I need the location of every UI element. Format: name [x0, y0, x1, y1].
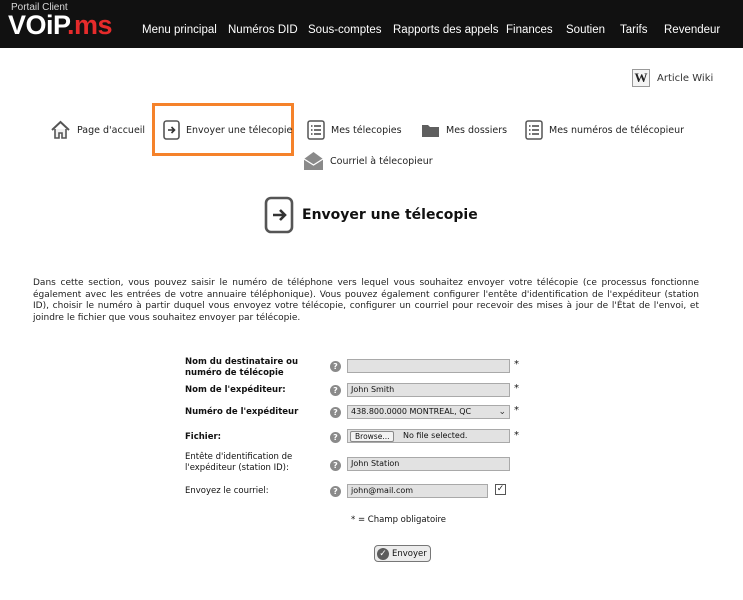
- page-heading: Envoyer une télecopie: [264, 196, 478, 234]
- sender-number-label: Numéro de l'expéditeur: [185, 407, 299, 417]
- wiki-article-link[interactable]: W Article Wiki: [632, 69, 713, 87]
- wikipedia-icon: W: [632, 69, 650, 87]
- required-note: * = Champ obligatoire: [351, 515, 447, 525]
- nav-rapports-appels[interactable]: Rapports des appels: [393, 24, 498, 36]
- quicklink-my-faxes-label: Mes télecopies: [331, 124, 402, 136]
- sender-name-input[interactable]: John Smith: [347, 383, 510, 397]
- submit-label: Envoyer: [392, 548, 427, 559]
- sender-number-select[interactable]: 438.800.0000 MONTREAL, QC ⌄: [347, 405, 510, 419]
- quicklink-home[interactable]: Page d'accueil: [50, 120, 145, 140]
- help-icon[interactable]: ?: [330, 361, 341, 372]
- nav-menu-principal[interactable]: Menu principal: [142, 24, 217, 36]
- sender-number-selected: 438.800.0000 MONTREAL, QC: [351, 407, 472, 416]
- quicklink-send-fax[interactable]: Envoyer une télecopie: [163, 120, 292, 140]
- voipms-logo[interactable]: VOiP.ms: [8, 10, 113, 40]
- browse-button[interactable]: Browse...: [350, 431, 395, 442]
- help-icon[interactable]: ?: [330, 407, 341, 418]
- logo-text-white: VOiP: [8, 10, 68, 40]
- email-input[interactable]: john@mail.com: [347, 484, 488, 498]
- list-icon: [525, 120, 543, 140]
- submit-button[interactable]: ✓ Envoyer: [374, 545, 431, 562]
- checkmark-icon: ✓: [377, 547, 389, 560]
- quicklink-my-fax-numbers-label: Mes numéros de télécopieur: [549, 124, 685, 136]
- required-asterisk: *: [514, 383, 519, 394]
- quicklink-email-to-fax[interactable]: Courriel à télecopieur: [303, 151, 433, 171]
- send-fax-icon: [264, 196, 294, 234]
- nav-sous-comptes[interactable]: Sous-comptes: [308, 24, 382, 36]
- nav-soutien[interactable]: Soutien: [566, 24, 605, 36]
- quicklink-my-folders-label: Mes dossiers: [446, 124, 508, 136]
- file-status: No file selected.: [403, 431, 468, 440]
- page-title: Envoyer une télecopie: [302, 207, 478, 223]
- top-navigation-bar: Portail Client VOiP.ms Menu principal Nu…: [0, 0, 743, 48]
- quicklink-my-faxes[interactable]: Mes télecopies: [307, 120, 402, 140]
- station-id-label: Entête d'identification de l'expéditeur …: [185, 452, 293, 473]
- help-icon[interactable]: ?: [330, 385, 341, 396]
- quicklink-email-to-fax-label: Courriel à télecopieur: [330, 155, 433, 167]
- required-asterisk: *: [514, 405, 519, 416]
- required-asterisk: *: [514, 359, 519, 370]
- recipient-input[interactable]: [347, 359, 510, 373]
- nav-tarifs[interactable]: Tarifs: [620, 24, 647, 36]
- envelope-icon: [303, 152, 324, 170]
- email-notify-checkbox[interactable]: ✓: [495, 484, 506, 495]
- nav-numeros-did[interactable]: Numéros DID: [228, 24, 298, 36]
- file-input: Browse... No file selected.: [347, 429, 510, 443]
- logo-text-red: .ms: [67, 10, 113, 40]
- nav-finances[interactable]: Finances: [506, 24, 553, 36]
- nav-revendeur[interactable]: Revendeur: [664, 24, 720, 36]
- help-icon[interactable]: ?: [330, 486, 341, 497]
- list-icon: [307, 120, 325, 140]
- email-label: Envoyez le courriel:: [185, 486, 269, 496]
- quicklink-my-folders[interactable]: Mes dossiers: [421, 122, 507, 138]
- quicklink-send-fax-label: Envoyer une télecopie: [186, 124, 293, 136]
- station-id-input[interactable]: John Station: [347, 457, 510, 471]
- chevron-down-icon: ⌄: [498, 407, 506, 417]
- page-description: Dans cette section, vous pouvez saisir l…: [33, 278, 699, 323]
- help-icon[interactable]: ?: [330, 432, 341, 443]
- folder-icon: [422, 125, 439, 137]
- help-icon[interactable]: ?: [330, 460, 341, 471]
- quicklink-home-label: Page d'accueil: [77, 124, 146, 136]
- file-label: Fichier:: [185, 432, 222, 442]
- home-icon: [51, 120, 70, 139]
- quicklink-my-fax-numbers[interactable]: Mes numéros de télécopieur: [525, 120, 684, 140]
- send-fax-icon: [163, 120, 180, 140]
- sender-name-label: Nom de l'expéditeur:: [185, 385, 286, 395]
- recipient-label: Nom du destinataire ou numéro de télécop…: [185, 357, 299, 378]
- wiki-article-label: Article Wiki: [657, 72, 714, 84]
- required-asterisk: *: [514, 430, 519, 441]
